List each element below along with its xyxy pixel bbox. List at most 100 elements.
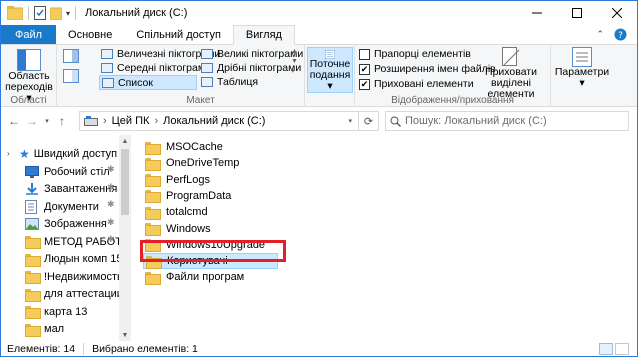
options-label-2: ▾ [579, 77, 585, 89]
hidden-items-label: Приховані елементи [374, 78, 474, 90]
hidden-items-toggle[interactable]: ✔ Приховані елементи [359, 78, 474, 90]
back-arrow-icon: ← [8, 114, 20, 128]
layout-small[interactable]: Дрібні піктограми [201, 62, 301, 74]
file-name: totalcmd [166, 206, 208, 219]
pin-icon[interactable]: ✱ [107, 182, 115, 193]
file-row[interactable]: OneDriveTemp [143, 155, 278, 171]
customize-toolbar-icon[interactable]: ▾ [66, 9, 70, 18]
layout-large[interactable]: Великі піктограми [201, 48, 303, 60]
file-row[interactable]: totalcmd [143, 204, 278, 220]
nav-item-label: Робочий стіл [44, 165, 110, 178]
tab-view[interactable]: Вигляд [232, 25, 295, 45]
expand-chevron-icon[interactable]: › [7, 149, 15, 158]
large-icons-icon [201, 49, 213, 59]
new-folder-icon[interactable] [50, 6, 62, 20]
extra-large-icons-icon [101, 49, 113, 59]
scroll-thumb[interactable] [121, 149, 129, 215]
help-icon[interactable]: ? [614, 28, 627, 41]
nav-item[interactable]: Робочий стіл [25, 163, 110, 180]
table-icon [201, 77, 213, 87]
close-button[interactable] [597, 1, 637, 25]
file-row[interactable]: Windows10Upgrade [143, 237, 278, 253]
layout-table[interactable]: Таблиця [201, 76, 258, 88]
breadcrumb-this-pc[interactable]: Цей ПК [112, 115, 150, 127]
pin-icon[interactable]: ✱ [107, 234, 115, 245]
group-options: Параметри ▾ [551, 45, 611, 107]
layout-table-label: Таблиця [217, 76, 259, 88]
large-icons-view-icon[interactable] [615, 343, 629, 355]
file-name: Користувачі [167, 255, 228, 268]
breadcrumb-local-disk[interactable]: Локальний диск (C:) [163, 115, 265, 127]
close-icon [612, 8, 622, 18]
separator [75, 6, 77, 20]
search-box[interactable]: Пошук: Локальний диск (C:) [385, 111, 629, 131]
options-icon [572, 47, 592, 67]
hide-selected-button[interactable]: Приховати виділені елементи [475, 47, 547, 100]
details-view-icon[interactable] [599, 343, 613, 355]
scroll-down-icon[interactable]: ▼ [119, 329, 131, 341]
drive-icon [84, 116, 98, 126]
file-row[interactable]: ProgramData [143, 188, 278, 204]
address-bar[interactable]: › Цей ПК › Локальний диск (C:) ▾ ⟳ [79, 111, 379, 131]
quick-access-node[interactable]: › ★ Швидкий доступ [7, 145, 117, 162]
layout-medium[interactable]: Середні піктограми [101, 62, 211, 74]
details-pane-button[interactable] [63, 69, 79, 83]
search-placeholder: Пошук: Локальний диск (C:) [405, 115, 547, 127]
hidden-items-checkbox[interactable]: ✔ [359, 78, 370, 90]
pin-icon[interactable]: ✱ [107, 217, 115, 228]
file-row[interactable]: PerfLogs [143, 172, 278, 188]
properties-icon[interactable] [34, 6, 46, 20]
item-count: Елементів: 14 [7, 343, 76, 355]
file-extensions-checkbox[interactable]: ✔ [359, 63, 370, 75]
nav-item-label: для аттестации [44, 288, 123, 300]
forward-button[interactable]: → [23, 110, 41, 132]
address-dropdown-icon[interactable]: ▾ [348, 117, 352, 125]
group-layout: Величезні піктограми Великі піктограми С… [97, 45, 305, 107]
maximize-button[interactable] [557, 1, 597, 25]
nav-item[interactable]: Документи [25, 198, 99, 215]
item-checkboxes-toggle[interactable]: Прапорці елементів [359, 48, 471, 60]
minimize-ribbon-icon[interactable]: ⌃ [596, 29, 604, 40]
preview-pane-button[interactable] [63, 49, 79, 63]
pin-icon[interactable]: ✱ [107, 199, 115, 210]
layout-list[interactable]: Список [99, 75, 197, 90]
back-button[interactable]: ← [5, 110, 23, 132]
nav-item-label: МЕТОД РАБОТА [44, 235, 129, 248]
tab-home[interactable]: Основне [56, 25, 124, 44]
tab-share[interactable]: Спільний доступ [124, 25, 233, 44]
chevron-down-icon: ▾ [45, 118, 49, 125]
scroll-up-icon[interactable]: ▲ [119, 135, 131, 147]
file-name: OneDriveTemp [166, 157, 240, 170]
current-view-button[interactable]: Поточне подання ▾ [307, 47, 353, 93]
nav-item[interactable]: Завантаження [25, 181, 117, 198]
layout-scroll[interactable]: ▲ ▼ ▾ [291, 47, 298, 77]
minimize-button[interactable] [517, 1, 557, 25]
nav-item[interactable]: мал [25, 321, 64, 338]
nav-item[interactable]: !Недвижимость! [25, 268, 126, 285]
file-row[interactable]: Windows [143, 221, 278, 237]
list-icon [102, 77, 114, 88]
nav-item[interactable]: карта 13 [25, 303, 87, 320]
up-button[interactable]: ↑ [53, 110, 71, 132]
nav-item[interactable]: для аттестации [25, 286, 123, 303]
refresh-button[interactable]: ⟳ [358, 112, 378, 130]
file-row[interactable]: MSOCache [143, 139, 278, 155]
folder-window-icon [7, 6, 23, 20]
folder-icon [145, 223, 161, 236]
file-row[interactable]: Файли програм [143, 269, 278, 285]
search-icon [390, 116, 401, 127]
file-row-selected[interactable]: Користувачі [143, 253, 278, 270]
nav-scrollbar[interactable]: ▲ ▼ [119, 135, 131, 341]
maximize-icon [572, 8, 582, 18]
item-checkboxes-checkbox[interactable] [359, 48, 370, 60]
recent-locations-button[interactable]: ▾ [41, 110, 53, 132]
options-button[interactable]: Параметри ▾ [555, 47, 609, 89]
pin-icon[interactable]: ✱ [107, 164, 115, 175]
nav-item[interactable]: Людын комп 15- [25, 251, 126, 268]
nav-item[interactable]: Зображення [25, 216, 107, 233]
refresh-icon: ⟳ [363, 115, 374, 128]
group-label-layout: Макет [186, 95, 215, 106]
status-divider [83, 343, 85, 355]
tab-file[interactable]: Файл [1, 25, 57, 44]
folder-icon [145, 239, 161, 253]
